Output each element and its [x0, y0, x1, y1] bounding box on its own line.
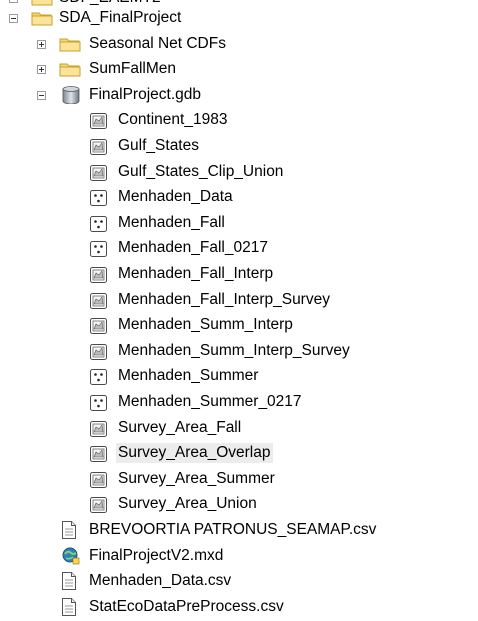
item-label: Survey_Area_Fall	[118, 418, 242, 436]
tree-item-feature-class[interactable]: Menhaden_Fall_Interp_Survey	[0, 289, 478, 313]
tree-item-feature-class[interactable]: Menhaden_Summ_Interp_Survey	[0, 340, 478, 364]
expand-toggle[interactable]	[37, 65, 46, 75]
item-label: Menhaden_Fall_0217	[118, 239, 268, 257]
tree-item-feature-class[interactable]: Menhaden_Fall	[0, 212, 478, 236]
tree-item-feature-class[interactable]: Survey_Area_Fall	[0, 417, 478, 441]
item-label: Gulf_States_Clip_Union	[118, 162, 284, 180]
map-document-icon	[62, 547, 80, 570]
item-label: Menhaden_Summ_Interp	[118, 316, 293, 334]
expand-toggle[interactable]	[37, 39, 46, 49]
csv-file-icon	[62, 521, 76, 544]
tree-item-feature-class[interactable]: Survey_Area_Summer	[0, 468, 478, 492]
item-label: SDA_FinalProject	[59, 9, 182, 26]
folder-icon	[31, 10, 53, 31]
polygon-feature-class-icon	[90, 292, 107, 314]
tree-item-feature-class[interactable]: Gulf_States_Clip_Union	[0, 161, 478, 185]
point-feature-class-icon	[90, 190, 107, 211]
tree-item-project[interactable]: SDA_FinalProject	[0, 7, 478, 31]
item-label: FinalProjectV2.mxd	[89, 546, 224, 564]
item-label: Survey_Area_Overlap	[116, 443, 273, 464]
polygon-feature-class-icon	[90, 139, 107, 160]
collapse-toggle[interactable]	[9, 14, 18, 23]
item-label: FinalProject.gdb	[89, 85, 202, 103]
tree-item-gdb[interactable]: FinalProject.gdb	[0, 84, 478, 108]
item-label: Survey_Area_Summer	[118, 469, 275, 487]
item-label: Survey_Area_Union	[118, 495, 257, 513]
tree-item-file[interactable]: StatEcoDataPreProcess.csv	[0, 596, 478, 620]
item-label: StatEcoDataPreProcess.csv	[89, 597, 284, 615]
item-label: Menhaden_Fall_Interp_Survey	[118, 290, 330, 308]
item-label: Menhaden_Data	[118, 188, 233, 206]
polygon-feature-class-icon	[90, 318, 107, 339]
tree-item-feature-class[interactable]: Survey_Area_Union	[0, 493, 478, 517]
tree-item-feature-class[interactable]: Continent_1983	[0, 109, 478, 133]
polygon-feature-class-icon	[90, 113, 107, 134]
tree-item-feature-class[interactable]: Menhaden_Fall_0217	[0, 237, 478, 261]
collapse-toggle[interactable]	[9, 0, 18, 3]
item-label: Continent_1983	[118, 111, 228, 129]
point-feature-class-icon	[90, 215, 107, 237]
catalog-tree: SDF_EAEMT2 SDA_FinalProject Seasonal Net…	[0, 0, 478, 619]
tree-item-folder[interactable]: SumFallMen	[0, 58, 478, 82]
polygon-feature-class-icon	[90, 497, 107, 518]
tree-item-file[interactable]: BREVOORTIA PATRONUS_SEAMAP.csv	[0, 519, 478, 543]
geodatabase-icon	[60, 85, 82, 109]
collapse-toggle[interactable]	[37, 90, 46, 100]
item-label: Menhaden_Summ_Interp_Survey	[118, 341, 350, 359]
folder-icon	[59, 61, 81, 82]
tree-item-feature-class[interactable]: Menhaden_Summer_0217	[0, 391, 478, 415]
item-label: BREVOORTIA PATRONUS_SEAMAP.csv	[89, 521, 377, 538]
item-label: Menhaden_Fall_Interp	[118, 265, 274, 282]
tree-item-feature-class[interactable]: Gulf_States	[0, 135, 478, 159]
csv-file-icon	[62, 597, 76, 621]
polygon-feature-class-icon	[90, 164, 107, 186]
item-label: Seasonal Net CDFs	[89, 34, 226, 52]
item-label: Menhaden_Data.csv	[89, 572, 232, 590]
polygon-feature-class-icon	[90, 471, 107, 493]
tree-item-feature-class[interactable]: Menhaden_Summ_Interp	[0, 314, 478, 338]
polygon-feature-class-icon	[90, 420, 107, 442]
polygon-feature-class-icon	[90, 267, 107, 288]
point-feature-class-icon	[90, 241, 107, 262]
point-feature-class-icon	[90, 395, 107, 416]
tree-item-feature-class[interactable]: Menhaden_Summer	[0, 365, 478, 389]
point-feature-class-icon	[90, 369, 107, 390]
polygon-feature-class-icon	[90, 343, 107, 365]
csv-file-icon	[62, 572, 76, 595]
polygon-feature-class-icon	[90, 446, 107, 467]
tree-item-feature-class[interactable]: Survey_Area_Overlap	[0, 442, 478, 466]
item-label: Menhaden_Summer_0217	[118, 393, 302, 410]
item-label: Menhaden_Fall	[118, 213, 225, 231]
tree-item-folder[interactable]: Seasonal Net CDFs	[0, 33, 478, 57]
tree-item-file[interactable]: Menhaden_Data.csv	[0, 570, 478, 594]
tree-item-file[interactable]: FinalProjectV2.mxd	[0, 545, 478, 569]
item-label: SumFallMen	[89, 60, 176, 78]
tree-item-feature-class[interactable]: Menhaden_Data	[0, 186, 478, 210]
folder-icon	[59, 36, 81, 57]
item-label: Gulf_States	[118, 137, 199, 154]
tree-item-feature-class[interactable]: Menhaden_Fall_Interp	[0, 263, 478, 287]
item-label: Menhaden_Summer	[118, 367, 259, 385]
